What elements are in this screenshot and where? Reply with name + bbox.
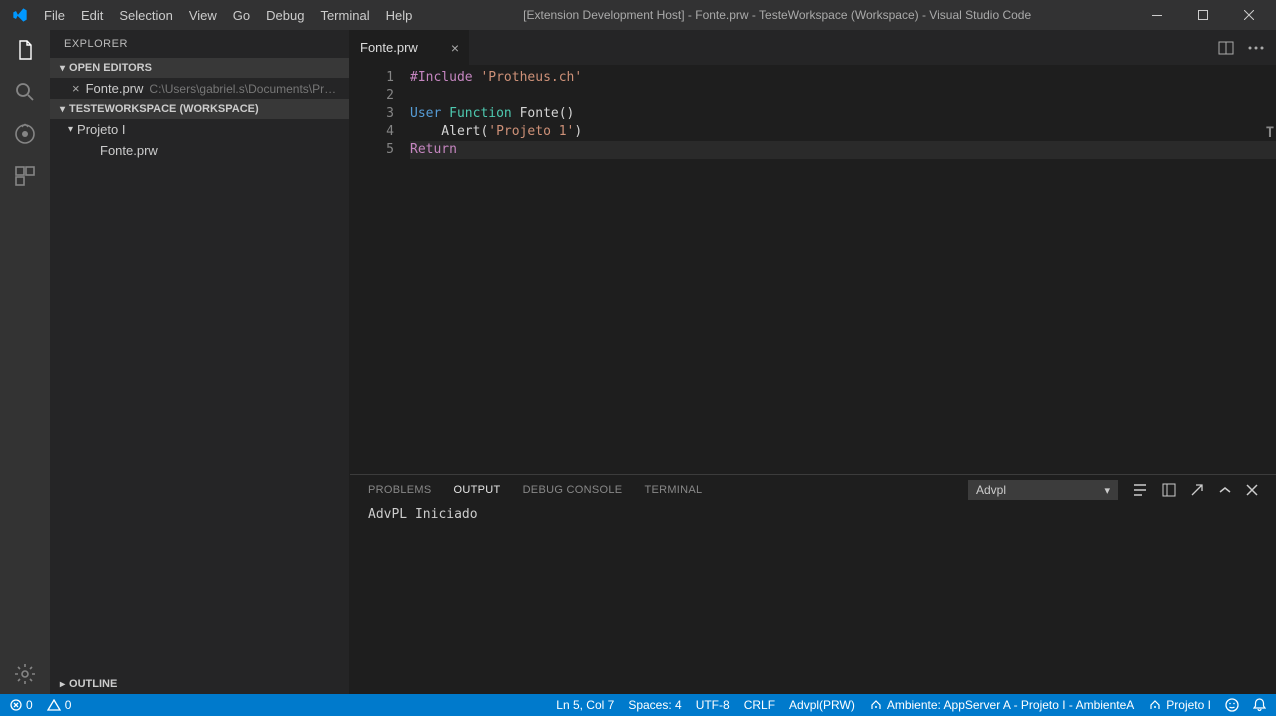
status-projeto[interactable]: Projeto I <box>1148 698 1211 712</box>
more-icon[interactable] <box>1248 46 1264 50</box>
editor-body[interactable]: 12345 #Include 'Protheus.ch'User Functio… <box>350 65 1276 474</box>
editor-tab[interactable]: Fonte.prw × <box>350 30 470 65</box>
vscode-logo <box>12 7 28 23</box>
menu-file[interactable]: File <box>36 4 73 27</box>
output-body[interactable]: AdvPL Iniciado <box>350 505 1276 694</box>
titlebar: File Edit Selection View Go Debug Termin… <box>0 0 1276 30</box>
status-errors-count: 0 <box>26 698 33 712</box>
status-lncol[interactable]: Ln 5, Col 7 <box>556 698 614 712</box>
minimap[interactable]: T <box>1264 125 1276 141</box>
status-warnings-count: 0 <box>65 698 72 712</box>
panel-tab-terminal[interactable]: TERMINAL <box>644 484 702 496</box>
menubar: File Edit Selection View Go Debug Termin… <box>36 4 420 27</box>
workspace-header[interactable]: ▾ TESTEWORKSPACE (WORKSPACE) <box>50 99 349 119</box>
status-feedback-icon[interactable] <box>1225 698 1239 712</box>
menu-go[interactable]: Go <box>225 4 258 27</box>
open-editor-path: C:\Users\gabriel.s\Documents\Projet... <box>149 82 339 96</box>
open-editor-filename: Fonte.prw <box>86 81 144 96</box>
status-spaces[interactable]: Spaces: 4 <box>628 698 681 712</box>
close-icon[interactable]: × <box>451 40 459 56</box>
status-warnings[interactable]: 0 <box>47 698 72 712</box>
line-gutter: 12345 <box>350 65 410 474</box>
chevron-down-icon: ▾ <box>60 63 65 74</box>
workspace-label: TESTEWORKSPACE (WORKSPACE) <box>69 103 259 115</box>
status-ambiente[interactable]: Ambiente: AppServer A - Projeto I - Ambi… <box>869 698 1134 712</box>
panel-tab-output[interactable]: OUTPUT <box>454 484 501 496</box>
statusbar: 0 0 Ln 5, Col 7 Spaces: 4 UTF-8 CRLF Adv… <box>0 694 1276 716</box>
maximize-button[interactable] <box>1180 0 1226 30</box>
status-language[interactable]: Advpl(PRW) <box>789 698 855 712</box>
editor-region: Fonte.prw × 12345 #Include 'Protheus.ch'… <box>350 30 1276 694</box>
panel-tabs: PROBLEMS OUTPUT DEBUG CONSOLE TERMINAL A… <box>350 475 1276 505</box>
chevron-down-icon: ▾ <box>60 104 65 115</box>
clear-output-icon[interactable] <box>1190 483 1204 497</box>
tabbar-actions <box>1206 30 1276 65</box>
menu-terminal[interactable]: Terminal <box>312 4 377 27</box>
status-eol[interactable]: CRLF <box>744 698 775 712</box>
code-area[interactable]: #Include 'Protheus.ch'User Function Font… <box>410 65 1276 474</box>
window-title: [Extension Development Host] - Fonte.prw… <box>420 8 1134 22</box>
menu-help[interactable]: Help <box>378 4 421 27</box>
menu-view[interactable]: View <box>181 4 225 27</box>
output-channel-select[interactable]: Advpl <box>968 480 1118 500</box>
status-bell-icon[interactable] <box>1253 698 1266 712</box>
debug-icon[interactable] <box>13 122 37 146</box>
status-encoding[interactable]: UTF-8 <box>696 698 730 712</box>
open-editors-header[interactable]: ▾ OPEN EDITORS <box>50 58 349 78</box>
outline-label: OUTLINE <box>69 678 117 690</box>
extensions-icon[interactable] <box>13 164 37 188</box>
open-editor-item[interactable]: × Fonte.prw C:\Users\gabriel.s\Documents… <box>50 78 349 99</box>
chevron-right-icon: ▸ <box>60 679 65 690</box>
close-button[interactable] <box>1226 0 1272 30</box>
panel-tab-problems[interactable]: PROBLEMS <box>368 484 432 496</box>
close-panel-icon[interactable] <box>1246 484 1258 496</box>
folder-item[interactable]: ▾ Projeto I <box>50 119 349 140</box>
file-label: Fonte.prw <box>100 143 158 158</box>
folder-label: Projeto I <box>77 122 125 137</box>
window-controls <box>1134 0 1272 30</box>
settings-gear-icon[interactable] <box>13 662 37 686</box>
panel-tab-debug-console[interactable]: DEBUG CONSOLE <box>523 484 623 496</box>
search-icon[interactable] <box>13 80 37 104</box>
server-icon <box>869 699 883 711</box>
output-select[interactable]: Advpl <box>968 480 1118 500</box>
menu-debug[interactable]: Debug <box>258 4 312 27</box>
outline-header[interactable]: ▸ OUTLINE <box>50 674 349 694</box>
maximize-panel-icon[interactable] <box>1218 486 1232 494</box>
status-errors[interactable]: 0 <box>10 698 33 712</box>
chevron-down-icon: ▾ <box>68 124 73 135</box>
project-icon <box>1148 699 1162 711</box>
tab-label: Fonte.prw <box>360 40 418 55</box>
toggle-word-wrap-icon[interactable] <box>1132 482 1148 498</box>
open-log-icon[interactable] <box>1162 483 1176 497</box>
open-editors-label: OPEN EDITORS <box>69 62 152 74</box>
minimize-button[interactable] <box>1134 0 1180 30</box>
menu-edit[interactable]: Edit <box>73 4 111 27</box>
explorer-icon[interactable] <box>13 38 37 62</box>
tabbar: Fonte.prw × <box>350 30 1276 65</box>
close-icon[interactable]: × <box>72 81 80 96</box>
sidebar: EXPLORER ▾ OPEN EDITORS × Fonte.prw C:\U… <box>50 30 350 694</box>
menu-selection[interactable]: Selection <box>111 4 180 27</box>
file-item[interactable]: Fonte.prw <box>50 140 349 161</box>
split-editor-icon[interactable] <box>1218 40 1234 56</box>
status-projeto-label: Projeto I <box>1166 698 1211 712</box>
bottom-panel: PROBLEMS OUTPUT DEBUG CONSOLE TERMINAL A… <box>350 474 1276 694</box>
activitybar <box>0 30 50 694</box>
status-ambiente-label: Ambiente: AppServer A - Projeto I - Ambi… <box>887 698 1134 712</box>
sidebar-title: EXPLORER <box>50 30 349 58</box>
